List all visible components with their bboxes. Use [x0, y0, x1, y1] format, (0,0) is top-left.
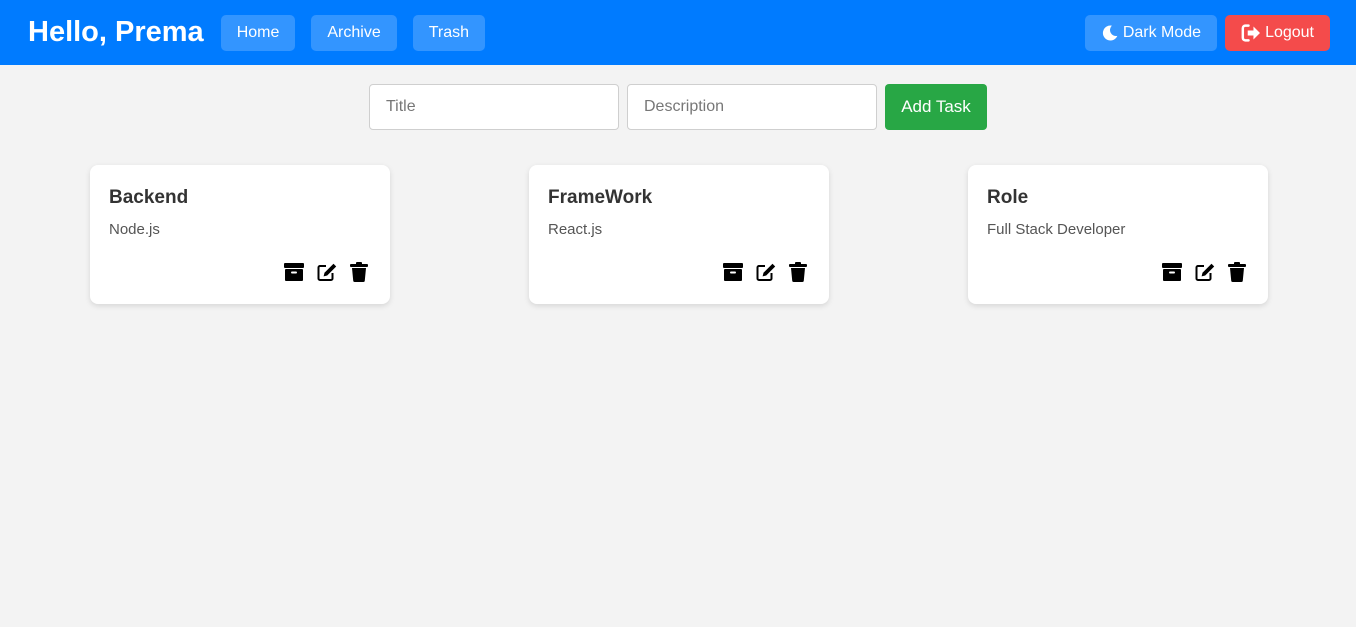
edit-icon[interactable] — [756, 263, 776, 281]
task-title: FrameWork — [548, 187, 653, 208]
task-description: Node.js — [109, 221, 160, 238]
task-description: React.js — [548, 221, 603, 238]
task-card: FrameWork React.js — [529, 165, 829, 304]
moon-icon — [1101, 24, 1119, 42]
description-input[interactable] — [627, 84, 877, 130]
trash-icon[interactable] — [350, 262, 368, 282]
task-title: Backend — [109, 187, 189, 208]
logout-button[interactable]: Logout — [1225, 14, 1330, 51]
task-card: Role Full Stack Developer — [968, 165, 1268, 304]
nav-archive-button[interactable]: Archive — [311, 14, 397, 51]
archive-icon[interactable] — [284, 263, 304, 281]
task-actions — [284, 262, 368, 282]
edit-icon[interactable] — [317, 263, 337, 281]
task-actions — [1162, 262, 1246, 282]
archive-icon[interactable] — [1162, 263, 1182, 281]
title-input[interactable] — [369, 84, 619, 130]
add-task-button[interactable]: Add Task — [885, 84, 987, 130]
nav-home-button[interactable]: Home — [220, 14, 296, 51]
trash-icon[interactable] — [1228, 262, 1246, 282]
task-title: Role — [987, 187, 1029, 208]
dark-mode-button[interactable]: Dark Mode — [1084, 14, 1218, 51]
logout-label: Logout — [1265, 23, 1314, 41]
task-description: Full Stack Developer — [987, 221, 1126, 238]
add-task-form: Add Task — [0, 84, 1356, 130]
task-card: Backend Node.js — [90, 165, 390, 304]
archive-icon[interactable] — [723, 263, 743, 281]
dark-mode-label: Dark Mode — [1122, 23, 1202, 41]
greeting-title: Hello, Prema — [28, 16, 204, 48]
edit-icon[interactable] — [1195, 263, 1215, 281]
trash-icon[interactable] — [789, 262, 807, 282]
task-actions — [723, 262, 807, 282]
nav-trash-button[interactable]: Trash — [412, 14, 486, 51]
sign-out-icon — [1241, 23, 1261, 42]
navbar: Hello, Prema Home Archive Trash Dark Mod… — [0, 0, 1356, 65]
task-list: Backend Node.js FrameWork React.js Role … — [0, 165, 1356, 305]
